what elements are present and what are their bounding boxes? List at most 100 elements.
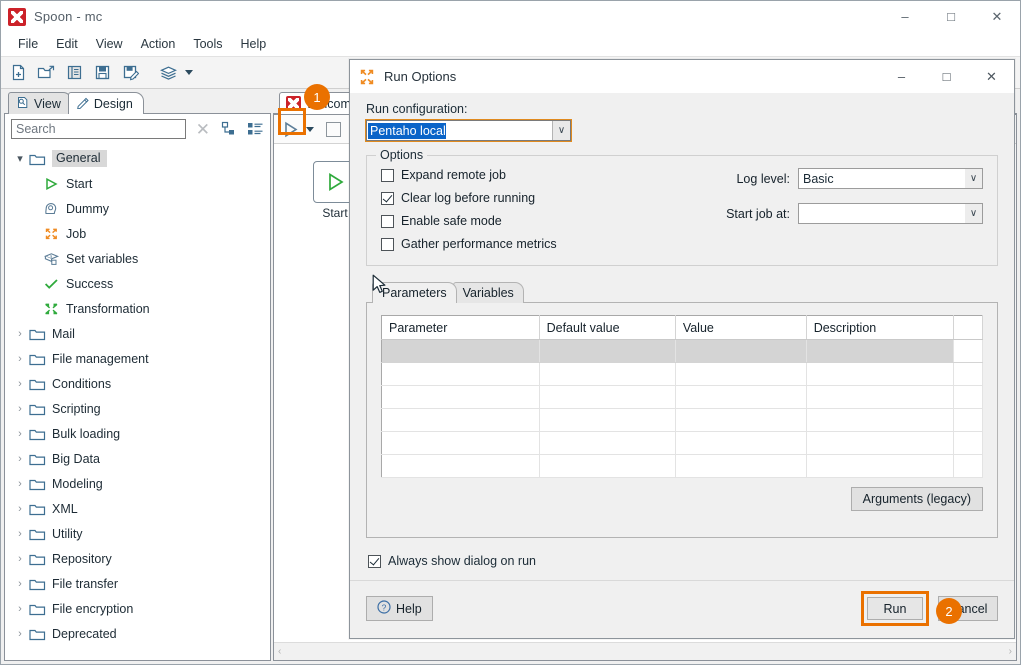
cell-default-value[interactable] [539, 431, 676, 455]
chevron-right-icon[interactable]: › [11, 328, 29, 340]
chevron-right-icon[interactable]: › [11, 503, 29, 515]
cell-parameter[interactable] [381, 362, 540, 386]
chevron-right-icon[interactable]: › [11, 553, 29, 565]
cell-default-value[interactable] [539, 339, 676, 363]
chevron-down-icon[interactable] [185, 70, 193, 75]
tree-item-deprecated[interactable]: › Deprecated [5, 621, 270, 646]
run-dropdown-chevron-down-icon[interactable] [306, 126, 314, 132]
cell-value[interactable] [675, 431, 807, 455]
chevron-down-icon[interactable]: ∨ [965, 204, 982, 223]
cell-value[interactable] [675, 339, 807, 363]
stop-icon[interactable] [326, 121, 341, 137]
column-header-description[interactable]: Description [806, 315, 954, 340]
checkbox-box[interactable] [381, 191, 394, 205]
chevron-right-icon[interactable]: › [11, 628, 29, 640]
collapse-all-icon[interactable] [246, 121, 264, 137]
dialog-maximize-button[interactable]: □ [924, 60, 969, 93]
table-row[interactable] [381, 408, 984, 432]
chevron-right-icon[interactable]: › [11, 578, 29, 590]
tree-item-dummy[interactable]: Dummy [5, 196, 270, 221]
cell-value[interactable] [675, 408, 807, 432]
menu-tools[interactable]: Tools [184, 34, 231, 54]
menu-file[interactable]: File [9, 34, 47, 54]
start-job-at-combo[interactable]: ∨ [798, 203, 983, 224]
checkbox-always-show-dialog[interactable]: Always show dialog on run [368, 554, 996, 568]
chevron-right-icon[interactable]: › [11, 453, 29, 465]
cell-parameter[interactable] [381, 385, 540, 409]
maximize-button[interactable]: □ [928, 1, 974, 32]
cell-description[interactable] [806, 408, 954, 432]
chevron-right-icon[interactable]: › [11, 428, 29, 440]
arguments-legacy-button[interactable]: Arguments (legacy) [850, 487, 983, 511]
chevron-down-icon[interactable]: ▾ [11, 152, 29, 165]
menu-help[interactable]: Help [232, 34, 276, 54]
checkbox-box[interactable] [381, 237, 394, 251]
cell-default-value[interactable] [539, 454, 676, 478]
checkbox-box[interactable] [381, 214, 394, 228]
column-header-default-value[interactable]: Default value [539, 315, 676, 340]
tree-item-general[interactable]: ▾ General [5, 146, 270, 171]
cell-value[interactable] [675, 362, 807, 386]
chevron-down-icon[interactable]: ∨ [552, 121, 570, 140]
close-button[interactable]: ✕ [974, 1, 1020, 32]
minimize-button[interactable]: – [882, 1, 928, 32]
table-row[interactable] [381, 431, 984, 455]
clear-search-icon[interactable]: ✕ [194, 121, 212, 138]
tree-item-utility[interactable]: › Utility [5, 521, 270, 546]
tab-view[interactable]: View [8, 92, 72, 114]
cell-value[interactable] [675, 454, 807, 478]
tree-item-mail[interactable]: › Mail [5, 321, 270, 346]
dialog-minimize-button[interactable]: – [879, 60, 924, 93]
table-row[interactable] [381, 339, 984, 363]
cell-description[interactable] [806, 385, 954, 409]
cell-parameter[interactable] [381, 408, 540, 432]
save-icon[interactable] [89, 60, 115, 86]
tree-item-transformation[interactable]: Transformation [5, 296, 270, 321]
chevron-right-icon[interactable]: › [11, 603, 29, 615]
table-row[interactable] [381, 362, 984, 386]
cell-parameter[interactable] [381, 454, 540, 478]
tree-item-file-transfer[interactable]: › File transfer [5, 571, 270, 596]
checkbox-expand-remote-job[interactable]: Expand remote job [381, 168, 653, 182]
dialog-close-button[interactable]: ✕ [969, 60, 1014, 93]
canvas-horizontal-scrollbar[interactable]: ‹ › [274, 642, 1016, 660]
tree-item-file-management[interactable]: › File management [5, 346, 270, 371]
scroll-left-arrow-icon[interactable]: ‹ [278, 646, 281, 657]
chevron-right-icon[interactable]: › [11, 403, 29, 415]
chevron-right-icon[interactable]: › [11, 378, 29, 390]
chevron-down-icon[interactable]: ∨ [965, 169, 982, 188]
tree-item-modeling[interactable]: › Modeling [5, 471, 270, 496]
run-configuration-combo[interactable]: Pentaho local ∨ [365, 119, 572, 142]
open-file-icon[interactable] [33, 60, 59, 86]
cell-description[interactable] [806, 339, 954, 363]
cell-parameter[interactable] [381, 431, 540, 455]
checkbox-clear-log-before-running[interactable]: Clear log before running [381, 191, 653, 205]
tab-design[interactable]: Design [67, 92, 144, 115]
column-header-value[interactable]: Value [675, 315, 807, 340]
menu-view[interactable]: View [87, 34, 132, 54]
column-header-parameter[interactable]: Parameter [381, 315, 540, 340]
cell-description[interactable] [806, 454, 954, 478]
search-input[interactable] [11, 119, 186, 139]
table-row[interactable] [381, 454, 984, 478]
save-as-icon[interactable] [117, 60, 143, 86]
menu-edit[interactable]: Edit [47, 34, 87, 54]
run-button[interactable]: Run [867, 597, 923, 620]
explore-repository-icon[interactable] [61, 60, 87, 86]
expand-all-icon[interactable] [220, 121, 238, 137]
chevron-right-icon[interactable]: › [11, 478, 29, 490]
checkbox-box[interactable] [368, 554, 381, 568]
parameters-table[interactable]: Parameter Default value Value Descriptio… [381, 315, 984, 478]
tree-item-repository[interactable]: › Repository [5, 546, 270, 571]
tree-item-success[interactable]: Success [5, 271, 270, 296]
tab-variables[interactable]: Variables [452, 282, 524, 303]
tree-item-conditions[interactable]: › Conditions [5, 371, 270, 396]
cell-description[interactable] [806, 362, 954, 386]
tree-item-file-encryption[interactable]: › File encryption [5, 596, 270, 621]
tree-item-xml[interactable]: › XML [5, 496, 270, 521]
cell-parameter[interactable] [381, 339, 540, 363]
chevron-right-icon[interactable]: › [11, 353, 29, 365]
cell-value[interactable] [675, 385, 807, 409]
tree-item-big-data[interactable]: › Big Data [5, 446, 270, 471]
new-file-icon[interactable] [5, 60, 31, 86]
